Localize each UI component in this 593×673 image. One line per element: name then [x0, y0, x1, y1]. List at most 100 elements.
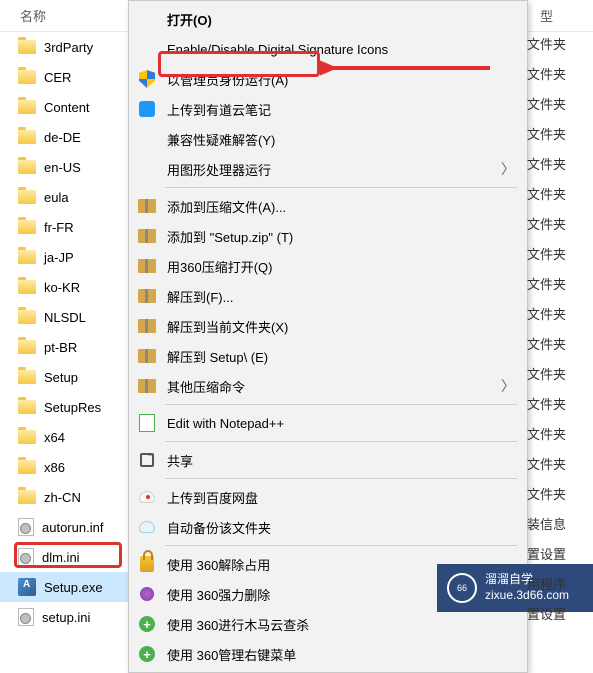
file-type: 文件夹: [527, 484, 583, 503]
green-plus-icon-slot: +: [137, 644, 157, 664]
menu-label: 上传到百度网盘: [167, 488, 515, 507]
executable-icon: [18, 578, 36, 596]
menu-item[interactable]: 上传到有道云笔记: [129, 94, 527, 124]
folder-icon: [18, 130, 36, 144]
file-type: 文件夹: [527, 154, 583, 173]
menu-separator: [165, 478, 517, 479]
menu-item[interactable]: 用360压缩打开(Q): [129, 251, 527, 281]
force-delete-icon: [140, 587, 154, 601]
menu-label: Edit with Notepad++: [167, 416, 515, 431]
file-type: 文件夹: [527, 214, 583, 233]
file-type: 文件夹: [527, 454, 583, 473]
folder-icon: [18, 430, 36, 444]
zip-icon-slot: [137, 346, 157, 366]
file-type: 文件夹: [527, 334, 583, 353]
menu-item[interactable]: 共享: [129, 445, 527, 475]
menu-item[interactable]: 打开(O): [129, 4, 527, 34]
notepad-icon: [139, 414, 155, 432]
menu-label: 共享: [167, 451, 515, 470]
menu-label: 解压到 Setup\ (E): [167, 347, 515, 366]
folder-icon: [18, 70, 36, 84]
menu-item[interactable]: Enable/Disable Digital Signature Icons: [129, 34, 527, 64]
menu-item[interactable]: 用图形处理器运行〉: [129, 154, 527, 184]
zip-icon-slot: [137, 286, 157, 306]
baidu-icon-slot: [137, 487, 157, 507]
menu-label: 兼容性疑难解答(Y): [167, 130, 515, 149]
menu-label: 用360压缩打开(Q): [167, 257, 515, 276]
menu-label: 使用 360管理右键菜单: [167, 645, 515, 664]
share-icon: [140, 453, 154, 467]
file-type: 文件夹: [527, 94, 583, 113]
folder-icon: [18, 460, 36, 474]
menu-label: 使用 360进行木马云查杀: [167, 615, 515, 634]
menu-item[interactable]: 添加到压缩文件(A)...: [129, 191, 527, 221]
plus-circle-icon: +: [139, 646, 155, 662]
config-file-icon: [18, 548, 34, 566]
menu-label: 上传到有道云笔记: [167, 100, 515, 119]
folder-icon: [18, 340, 36, 354]
menu-label: 添加到 "Setup.zip" (T): [167, 227, 515, 246]
folder-icon: [18, 250, 36, 264]
menu-item[interactable]: 其他压缩命令〉: [129, 371, 527, 401]
menu-label: 解压到(F)...: [167, 287, 515, 306]
watermark-logo-icon: 66: [447, 573, 477, 603]
file-type: 文件夹: [527, 274, 583, 293]
menu-label: 其他压缩命令: [167, 377, 491, 396]
config-file-icon: [18, 608, 34, 626]
file-type: 装信息: [527, 514, 583, 533]
archive-icon: [138, 349, 156, 363]
menu-item[interactable]: 添加到 "Setup.zip" (T): [129, 221, 527, 251]
file-type: 文件夹: [527, 394, 583, 413]
zip-icon-slot: [137, 376, 157, 396]
folder-icon: [18, 100, 36, 114]
folder-icon: [18, 490, 36, 504]
folder-icon: [18, 160, 36, 174]
file-type: 文件夹: [527, 34, 583, 53]
menu-item[interactable]: + 使用 360进行木马云查杀: [129, 609, 527, 639]
folder-icon: [18, 220, 36, 234]
col-header-type[interactable]: 型: [540, 6, 593, 25]
shield-icon: [139, 70, 155, 88]
menu-item[interactable]: 以管理员身份运行(A): [129, 64, 527, 94]
share-icon-slot: [137, 450, 157, 470]
menu-icon-empty: [137, 9, 157, 29]
file-type: 文件夹: [527, 304, 583, 323]
config-file-icon: [18, 518, 34, 536]
zip-icon-slot: [137, 226, 157, 246]
menu-item[interactable]: 上传到百度网盘: [129, 482, 527, 512]
folder-icon: [18, 280, 36, 294]
plus-circle-icon: +: [139, 616, 155, 632]
file-type: 文件夹: [527, 424, 583, 443]
lock-icon: [140, 556, 154, 572]
cloud-note-icon: [139, 101, 155, 117]
menu-item[interactable]: 兼容性疑难解答(Y): [129, 124, 527, 154]
chevron-right-icon: 〉: [501, 376, 515, 396]
menu-item[interactable]: 自动备份该文件夹: [129, 512, 527, 542]
menu-icon-empty: [137, 159, 157, 179]
menu-item[interactable]: 解压到(F)...: [129, 281, 527, 311]
archive-icon: [138, 289, 156, 303]
archive-icon: [138, 319, 156, 333]
green-plus-icon-slot: +: [137, 614, 157, 634]
archive-icon: [138, 199, 156, 213]
archive-icon: [138, 229, 156, 243]
menu-separator: [165, 545, 517, 546]
menu-label: 自动备份该文件夹: [167, 518, 515, 537]
menu-item[interactable]: 解压到当前文件夹(X): [129, 311, 527, 341]
menu-label: 添加到压缩文件(A)...: [167, 197, 515, 216]
zip-icon-slot: [137, 196, 157, 216]
folder-icon: [18, 400, 36, 414]
menu-separator: [165, 441, 517, 442]
file-type: 文件夹: [527, 64, 583, 83]
menu-item[interactable]: + 使用 360管理右键菜单: [129, 639, 527, 669]
file-type: 置设置: [527, 604, 583, 623]
menu-label: 打开(O): [167, 10, 515, 29]
menu-item[interactable]: 解压到 Setup\ (E): [129, 341, 527, 371]
baidu-backup-icon-slot: [137, 517, 157, 537]
menu-label: 解压到当前文件夹(X): [167, 317, 515, 336]
file-type: 置设置: [527, 544, 583, 563]
baidu-backup-icon: [139, 521, 155, 533]
zip-icon-slot: [137, 256, 157, 276]
menu-item[interactable]: Edit with Notepad++: [129, 408, 527, 438]
menu-separator: [165, 404, 517, 405]
